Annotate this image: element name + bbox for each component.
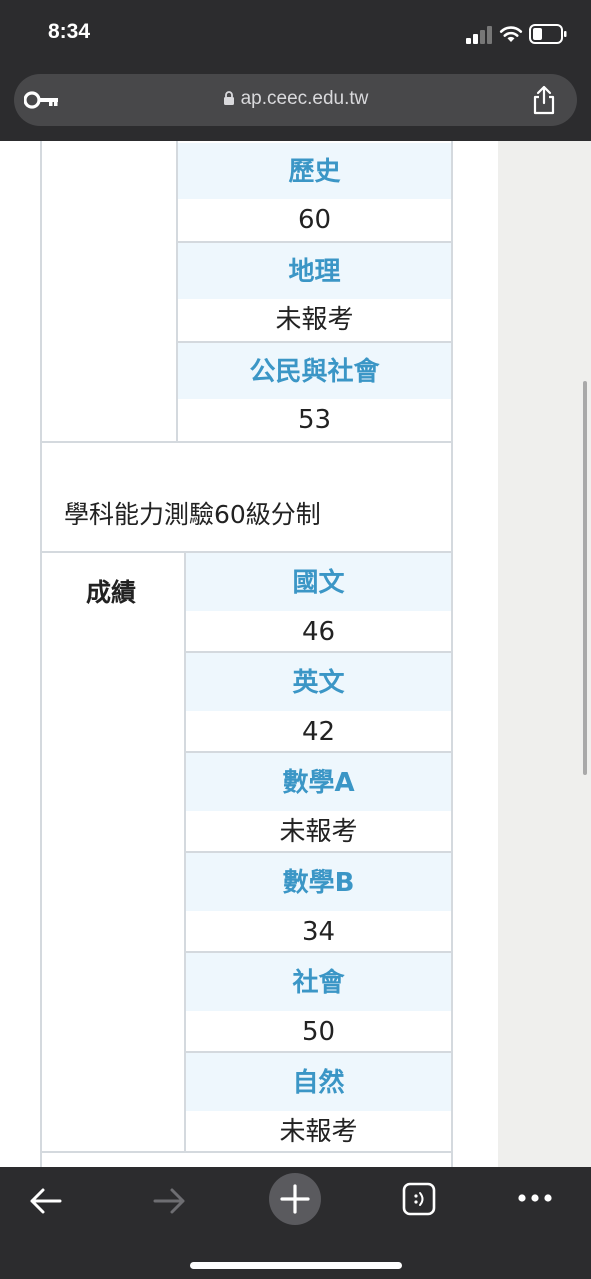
section-title: 學科能力測驗60級分制	[64, 500, 321, 529]
subject-header-geography: 地理	[178, 243, 451, 299]
score-history: 60	[178, 199, 451, 241]
lock-icon	[223, 91, 234, 105]
score-science: 未報考	[186, 1111, 451, 1151]
score-civics: 53	[178, 399, 451, 441]
subject-header-english: 英文	[186, 653, 451, 711]
browser-address-area: ap.ceec.edu.tw	[0, 66, 591, 141]
wifi-icon	[499, 26, 523, 42]
more-icon[interactable]	[517, 1193, 553, 1203]
url-text: ap.ceec.edu.tw	[240, 88, 369, 109]
subject-header-math-a: 數學A	[186, 753, 451, 811]
share-icon[interactable]	[531, 85, 557, 115]
forward-arrow-icon[interactable]	[153, 1187, 187, 1215]
web-page[interactable]: 歷史 60 地理 未報考 公民與社會 53 學科能力測驗60級分制 成績 國文 …	[0, 141, 591, 1167]
score-geography: 未報考	[178, 299, 451, 341]
score-social: 50	[186, 1011, 451, 1051]
battery-icon	[529, 24, 567, 44]
subject-header-history: 歷史	[178, 143, 451, 199]
subject-header-math-b: 數學B	[186, 853, 451, 911]
score-chinese: 46	[186, 611, 451, 651]
subject-header-chinese: 國文	[186, 553, 451, 611]
status-time: 8:34	[48, 20, 91, 43]
page-background	[498, 141, 591, 1167]
score-math-a: 未報考	[186, 811, 451, 851]
plus-icon[interactable]	[269, 1173, 321, 1225]
subject-header-civics: 公民與社會	[178, 343, 451, 399]
back-arrow-icon[interactable]	[28, 1187, 62, 1215]
cellular-signal-icon	[466, 26, 492, 44]
address-bar[interactable]: ap.ceec.edu.tw	[14, 74, 577, 126]
score-label: 成績	[86, 578, 137, 607]
status-bar: 8:34	[0, 0, 591, 66]
subject-header-science: 自然	[186, 1053, 451, 1111]
url-display[interactable]: ap.ceec.edu.tw	[14, 88, 577, 110]
home-indicator[interactable]	[190, 1262, 402, 1269]
score-math-b: 34	[186, 911, 451, 951]
scrollbar[interactable]	[583, 381, 587, 775]
score-english: 42	[186, 711, 451, 751]
subject-header-social: 社會	[186, 953, 451, 1011]
tabs-icon[interactable]	[402, 1182, 436, 1216]
